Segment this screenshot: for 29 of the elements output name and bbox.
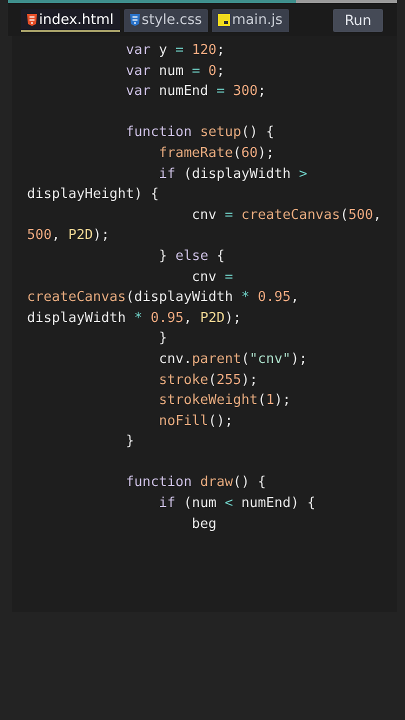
code-line: cnv = <box>190 268 234 287</box>
code-line: beg <box>190 514 217 534</box>
file-tab[interactable]: index.html <box>21 9 120 32</box>
run-button[interactable]: Run <box>333 9 383 32</box>
code-line: } <box>158 329 168 348</box>
code-line: if (num < numEnd) { <box>158 494 316 514</box>
square-icon <box>218 14 230 26</box>
code-line: stroke(255); <box>158 370 258 390</box>
file-tab[interactable]: style.css <box>124 9 208 32</box>
code-line: cnv = createCanvas(500, <box>190 206 382 225</box>
code-line: cnv.parent("cnv"); <box>158 350 308 369</box>
code-line: frameRate(60); <box>158 144 274 163</box>
code-line: } <box>124 432 134 452</box>
code-line: function setup() { <box>124 123 274 142</box>
code-line: createCanvas(displayWidth * 0.95, <box>27 288 299 308</box>
code-line: var y = 120; <box>124 41 225 60</box>
file-tab[interactable]: main.js <box>212 9 289 32</box>
code-line: 500, P2D); <box>27 226 110 246</box>
shield-icon <box>27 14 37 26</box>
code-line: function draw() { <box>124 473 266 492</box>
code-line: displayHeight) { <box>27 185 159 204</box>
code-line: displayWidth * 0.95, P2D); <box>27 308 242 328</box>
code-line: noFill(); <box>158 412 234 431</box>
code-line: strokeWeight(1); <box>158 391 291 410</box>
code-line: var numEnd = 300; <box>124 82 266 102</box>
code-line: if (displayWidth > <box>158 164 308 184</box>
shield-icon <box>130 14 140 26</box>
code-line: var num = 0; <box>124 62 225 81</box>
code-line: } else { <box>158 246 225 266</box>
